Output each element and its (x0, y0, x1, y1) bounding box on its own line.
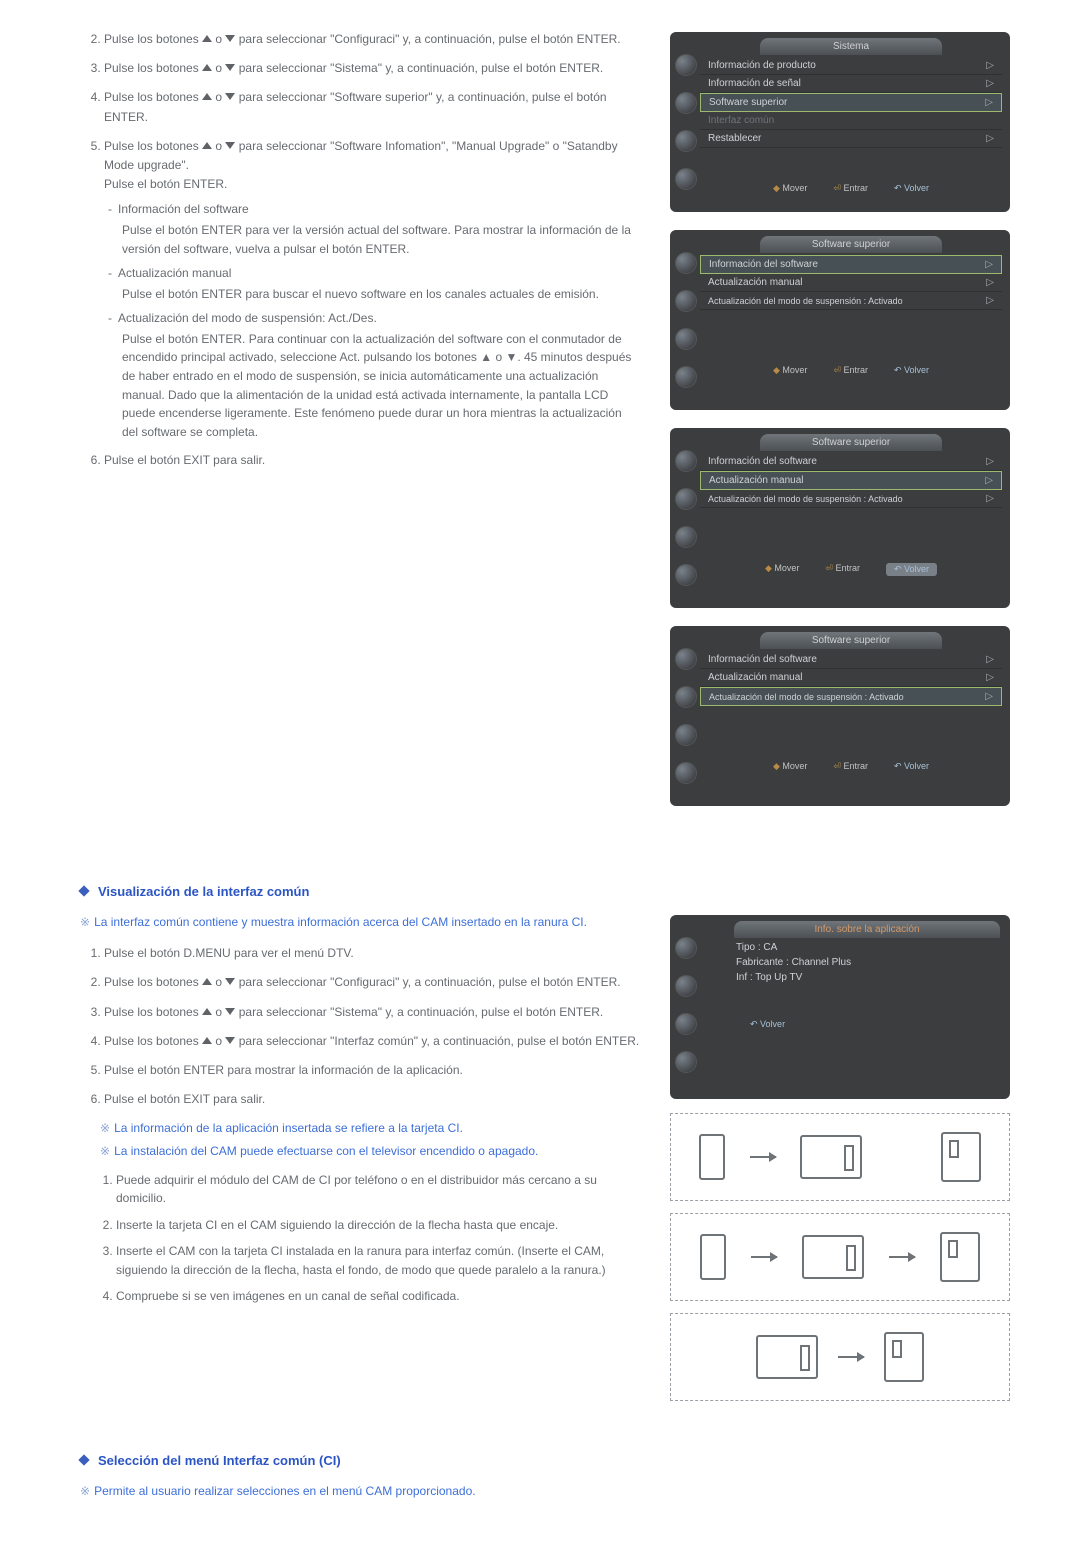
insert-diagram-3 (670, 1313, 1010, 1401)
up-arrow-icon (202, 1008, 212, 1015)
ci-step-6: Pulse el botón EXIT para salir. (104, 1090, 640, 1109)
down-arrow-icon (225, 1037, 235, 1044)
ci-step-4: Pulse los botones o para seleccionar "In… (104, 1032, 640, 1051)
osd-cam-info: Info. sobre la aplicación Tipo : CA Fabr… (670, 915, 1010, 1099)
up-arrow-icon (202, 1037, 212, 1044)
note-cam: ※La interfaz común contiene y muestra in… (80, 913, 640, 932)
down-arrow-icon (225, 93, 235, 100)
up-arrow-icon (202, 978, 212, 985)
down-arrow-icon (225, 978, 235, 985)
note-menu-ci: ※Permite al usuario realizar selecciones… (80, 1482, 1020, 1501)
up-arrow-icon (202, 35, 212, 42)
cam-step-4: Compruebe si se ven imágenes en un canal… (116, 1287, 640, 1306)
osd-software-1: Software superior Información del softwa… (670, 230, 1010, 410)
insert-diagram-1 (670, 1113, 1010, 1201)
cam-step-3: Inserte el CAM con la tarjeta CI instala… (116, 1242, 640, 1279)
insert-diagram-2 (670, 1213, 1010, 1301)
ci-step-3: Pulse los botones o para seleccionar "Si… (104, 1003, 640, 1022)
cam-step-2: Inserte la tarjeta CI en el CAM siguiend… (116, 1216, 640, 1235)
cam-step-1: Puede adquirir el módulo del CAM de CI p… (116, 1171, 640, 1208)
heading-menu-ci: Selección del menú Interfaz común (CI) (80, 1453, 1020, 1468)
step-2: Pulse los botones o para seleccionar "Co… (104, 30, 640, 49)
ci-step-5: Pulse el botón ENTER para mostrar la inf… (104, 1061, 640, 1080)
heading-interfaz-comun: Visualización de la interfaz común (80, 884, 1020, 899)
ci-note-1: ※La información de la aplicación inserta… (100, 1119, 640, 1138)
down-arrow-icon (225, 35, 235, 42)
down-arrow-icon (225, 1008, 235, 1015)
down-arrow-icon (225, 64, 235, 71)
up-arrow-icon (202, 93, 212, 100)
instruction-text: Pulse los botones o para seleccionar "Co… (80, 30, 640, 824)
osd-sistema: Sistema Información de producto▷ Informa… (670, 32, 1010, 212)
osd-software-2: Software superior Información del softwa… (670, 428, 1010, 608)
ci-note-2: ※La instalación del CAM puede efectuarse… (100, 1142, 640, 1161)
osd-screenshots: Sistema Información de producto▷ Informa… (670, 30, 1010, 824)
step-4: Pulse los botones o para seleccionar "So… (104, 88, 640, 126)
up-arrow-icon (202, 142, 212, 149)
ci-step-2: Pulse los botones o para seleccionar "Co… (104, 973, 640, 992)
osd-software-3: Software superior Información del softwa… (670, 626, 1010, 806)
ci-step-1: Pulse el botón D.MENU para ver el menú D… (104, 944, 640, 963)
step-3: Pulse los botones o para seleccionar "Si… (104, 59, 640, 78)
up-arrow-icon (202, 64, 212, 71)
step-5: Pulse los botones o para seleccionar "So… (104, 137, 640, 442)
down-arrow-icon (225, 142, 235, 149)
step-6: Pulse el botón EXIT para salir. (104, 451, 640, 470)
